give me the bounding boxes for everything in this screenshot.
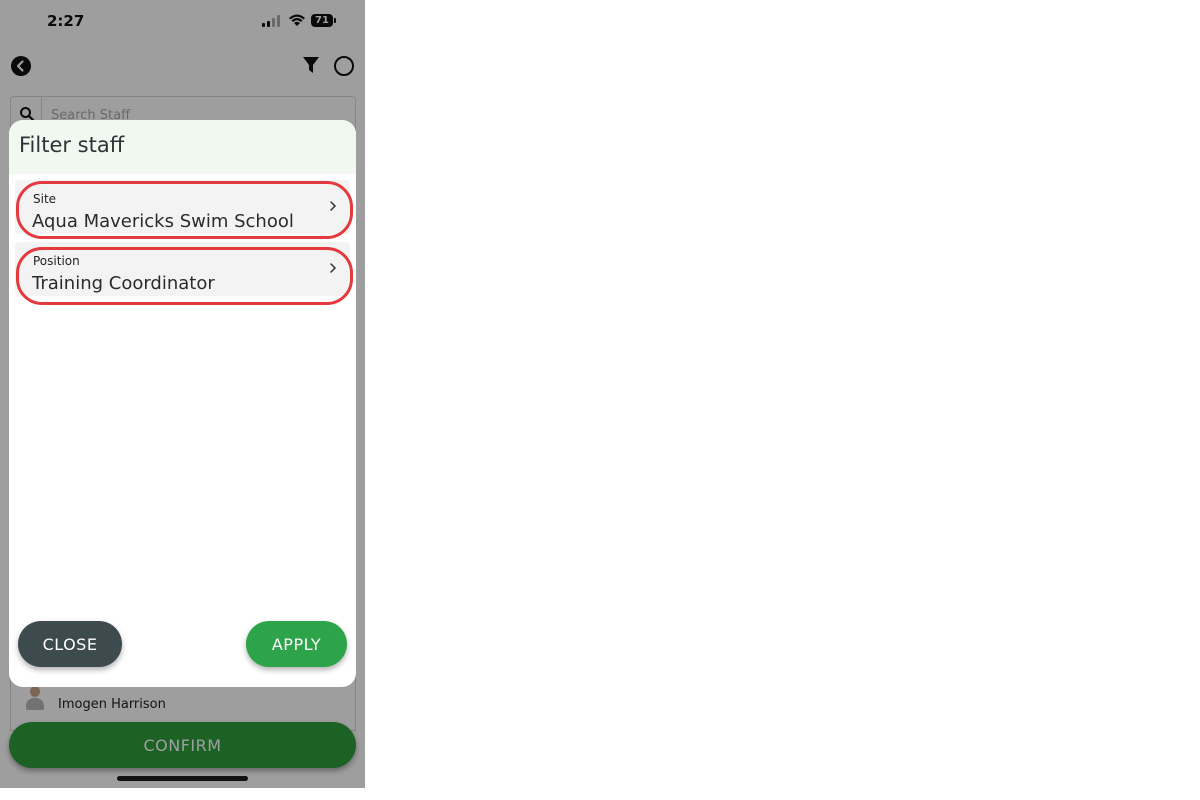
position-field[interactable]: Position Training Coordinator: [15, 242, 350, 296]
close-button[interactable]: CLOSE: [18, 621, 122, 667]
chevron-right-icon: [330, 263, 337, 273]
home-indicator: [117, 776, 248, 781]
site-field[interactable]: Site Aqua Mavericks Swim School: [15, 180, 350, 234]
modal-title: Filter staff: [19, 133, 125, 157]
apply-button[interactable]: APPLY: [246, 621, 347, 667]
site-field-value: Aqua Mavericks Swim School: [32, 211, 294, 232]
position-field-value: Training Coordinator: [32, 273, 215, 294]
site-field-label: Site: [33, 192, 57, 206]
position-field-label: Position: [33, 254, 80, 268]
filter-modal: Filter staff Site Aqua Mavericks Swim Sc…: [9, 120, 356, 687]
chevron-right-icon: [330, 201, 337, 211]
modal-header: Filter staff: [9, 120, 356, 174]
phone-screen: 2:27 71 Search Staff Imogen Harrison CON…: [0, 0, 365, 788]
